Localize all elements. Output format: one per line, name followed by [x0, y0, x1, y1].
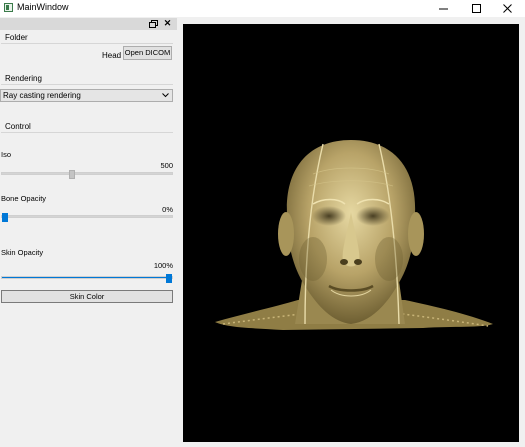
skin-opacity-value: 100% [153, 261, 173, 270]
dock-header[interactable]: ✕ [0, 18, 177, 30]
control-dock: ✕ Folder Head Open DICOM Rendering Ray c… [0, 17, 177, 447]
dock-close-icon[interactable]: ✕ [163, 19, 172, 28]
skin-opacity-label: Skin Opacity [1, 248, 44, 257]
iso-value: 500 [160, 161, 173, 170]
skin-opacity-handle[interactable] [166, 274, 172, 283]
rendered-head-volume [215, 140, 493, 330]
bone-opacity-slider[interactable] [1, 213, 173, 222]
bone-opacity-handle[interactable] [2, 213, 8, 222]
rendering-group-border [1, 84, 173, 85]
skin-opacity-slider[interactable] [1, 274, 173, 283]
iso-label: Iso [1, 150, 12, 159]
folder-group-title: Folder [5, 33, 28, 42]
folder-group-border [1, 43, 173, 44]
iso-slider-handle[interactable] [68, 170, 75, 179]
bone-opacity-value: 0% [162, 205, 173, 214]
maximize-icon[interactable] [460, 0, 494, 17]
bone-opacity-label: Bone Opacity [1, 194, 47, 203]
control-group-title: Control [5, 122, 31, 131]
open-dicom-button[interactable]: Open DICOM [123, 46, 172, 60]
window-titlebar: MainWindow [0, 0, 525, 17]
window-title: MainWindow [17, 2, 69, 12]
chevron-down-icon [162, 93, 169, 98]
iso-slider[interactable] [1, 170, 173, 179]
float-icon[interactable] [149, 20, 158, 28]
minimize-icon[interactable] [427, 0, 461, 17]
skin-color-button[interactable]: Skin Color [1, 290, 173, 303]
app-icon [4, 3, 13, 12]
folder-head-label: Head [102, 51, 122, 60]
skin-opacity-fill [2, 277, 172, 278]
rendering-mode-value: Ray casting rendering [3, 91, 81, 100]
rendering-group-title: Rendering [5, 74, 42, 83]
control-group-border [1, 132, 173, 133]
render-viewport[interactable] [183, 24, 519, 442]
close-icon[interactable] [491, 0, 525, 17]
rendering-mode-select[interactable]: Ray casting rendering [0, 89, 173, 102]
